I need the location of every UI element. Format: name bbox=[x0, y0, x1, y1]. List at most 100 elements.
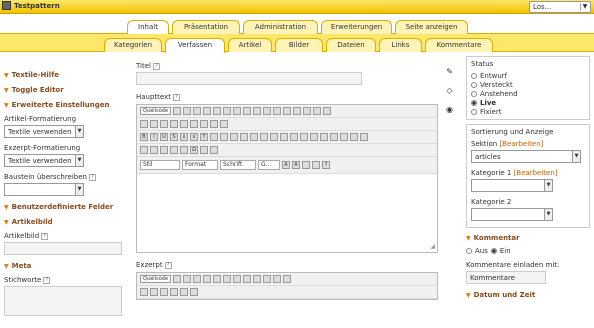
radio-selected-icon[interactable] bbox=[490, 248, 497, 254]
status-draft[interactable]: Entwurf bbox=[471, 72, 585, 80]
align-left-icon[interactable] bbox=[270, 133, 278, 141]
excerpt-format-select[interactable]: Textile verwenden ▼ bbox=[4, 154, 84, 167]
smiley-icon[interactable] bbox=[180, 146, 188, 154]
italic-icon[interactable]: I bbox=[150, 133, 158, 141]
select-all-icon[interactable] bbox=[313, 107, 322, 115]
indent-icon[interactable] bbox=[240, 133, 248, 141]
comments-off-label[interactable]: Aus bbox=[475, 247, 488, 255]
tab-erweiterungen[interactable]: Erweiterungen bbox=[321, 20, 392, 34]
redo-icon[interactable] bbox=[283, 107, 292, 115]
print-icon[interactable] bbox=[203, 107, 212, 115]
section-select[interactable]: articles ▼ bbox=[471, 150, 581, 163]
tab-praesentation[interactable]: Präsentation bbox=[172, 20, 240, 34]
paste-word-icon[interactable] bbox=[263, 107, 272, 115]
underline-icon[interactable]: U bbox=[160, 133, 168, 141]
article-format-select[interactable]: Textile verwenden ▼ bbox=[4, 125, 84, 138]
subscript-icon[interactable]: x bbox=[180, 133, 188, 141]
maximize-icon[interactable] bbox=[302, 161, 310, 169]
undo-icon[interactable] bbox=[253, 275, 262, 283]
template-icon[interactable] bbox=[213, 275, 222, 283]
cut-icon[interactable] bbox=[223, 107, 232, 115]
help-icon[interactable]: ? bbox=[322, 161, 330, 169]
strike-icon[interactable]: S bbox=[170, 133, 178, 141]
page-break-icon[interactable] bbox=[200, 146, 208, 154]
rtl-icon[interactable] bbox=[320, 133, 328, 141]
hr-icon[interactable] bbox=[170, 146, 178, 154]
tab-verfassen[interactable]: Verfassen bbox=[165, 38, 225, 53]
tab-kommentare[interactable]: Kommentare bbox=[425, 38, 493, 52]
status-sticky[interactable]: Fixiert bbox=[471, 108, 585, 116]
meta-toggle[interactable]: ▼ Meta bbox=[4, 262, 122, 270]
format-dropdown[interactable]: Format bbox=[182, 160, 218, 170]
advanced-settings-toggle[interactable]: ▼ Erweiterte Einstellungen bbox=[4, 101, 122, 109]
ltr-icon[interactable] bbox=[310, 133, 318, 141]
replace-icon[interactable] bbox=[283, 275, 292, 283]
iframe-icon[interactable] bbox=[210, 146, 218, 154]
edit-category-link[interactable]: [Bearbeiten] bbox=[514, 169, 558, 177]
undo-icon[interactable] bbox=[273, 107, 282, 115]
language-icon[interactable] bbox=[330, 133, 338, 141]
paste-text-icon[interactable] bbox=[253, 107, 262, 115]
comments-on-label[interactable]: Ein bbox=[500, 247, 511, 255]
bold-icon[interactable]: B bbox=[140, 133, 148, 141]
save-icon[interactable] bbox=[173, 275, 182, 283]
print-icon[interactable] bbox=[203, 275, 212, 283]
comments-toggle[interactable]: ▼ Kommentar bbox=[466, 234, 590, 242]
style-dropdown[interactable]: Stil bbox=[140, 160, 180, 170]
align-right-icon[interactable] bbox=[290, 133, 298, 141]
image-icon[interactable] bbox=[140, 146, 148, 154]
preview-icon[interactable] bbox=[193, 275, 202, 283]
custom-fields-toggle[interactable]: ▼ Benutzerdefinierte Felder bbox=[4, 203, 122, 211]
bg-color-icon[interactable]: A bbox=[292, 161, 300, 169]
align-center-icon[interactable] bbox=[280, 133, 288, 141]
blockquote-icon[interactable] bbox=[250, 133, 258, 141]
button-icon[interactable] bbox=[200, 120, 208, 128]
invite-input[interactable]: Kommentare bbox=[466, 271, 546, 284]
find-icon[interactable] bbox=[293, 107, 302, 115]
table-icon[interactable] bbox=[160, 146, 168, 154]
source-button[interactable]: Quellcode bbox=[140, 275, 172, 283]
unlink-icon[interactable] bbox=[350, 133, 358, 141]
replace-icon[interactable] bbox=[303, 107, 312, 115]
paste-icon[interactable] bbox=[243, 107, 252, 115]
font-dropdown[interactable]: Schrift bbox=[220, 160, 256, 170]
template-icon[interactable] bbox=[213, 107, 222, 115]
tab-artikel[interactable]: Artikel bbox=[228, 38, 272, 52]
select-icon[interactable] bbox=[190, 288, 198, 296]
radio-icon[interactable] bbox=[466, 248, 472, 254]
hidden-field-icon[interactable] bbox=[220, 120, 228, 128]
textfield-icon[interactable] bbox=[170, 120, 178, 128]
checkbox-icon[interactable] bbox=[150, 288, 158, 296]
category2-select[interactable]: ▼ bbox=[471, 208, 553, 221]
preview-icon[interactable] bbox=[193, 107, 202, 115]
superscript-icon[interactable]: x bbox=[190, 133, 198, 141]
find-icon[interactable] bbox=[273, 275, 282, 283]
eye-icon[interactable]: ◉ bbox=[444, 104, 455, 115]
tab-administration[interactable]: Administration bbox=[243, 20, 318, 34]
go-menu-select[interactable]: Los... ▼ bbox=[529, 1, 591, 13]
special-char-icon[interactable]: Ω bbox=[190, 146, 198, 154]
title-input[interactable] bbox=[136, 72, 362, 85]
select-icon[interactable] bbox=[190, 120, 198, 128]
outdent-icon[interactable] bbox=[230, 133, 238, 141]
form-icon[interactable] bbox=[140, 120, 148, 128]
tab-kategorien[interactable]: Kategorien bbox=[104, 38, 162, 52]
help-icon[interactable]: ? bbox=[41, 232, 49, 240]
datetime-toggle[interactable]: ▼ Datum und Zeit bbox=[466, 291, 590, 299]
checkbox-icon[interactable] bbox=[150, 120, 158, 128]
textarea-icon[interactable] bbox=[180, 288, 188, 296]
paste-icon[interactable] bbox=[243, 275, 252, 283]
text-color-icon[interactable]: A bbox=[282, 161, 290, 169]
resize-grip-icon[interactable]: ◢ bbox=[430, 243, 435, 250]
form-icon[interactable] bbox=[140, 288, 148, 296]
tab-seite-anzeigen[interactable]: Seite anzeigen bbox=[395, 20, 468, 34]
source-button[interactable]: Quellcode bbox=[140, 107, 172, 115]
remove-format-icon[interactable]: T bbox=[200, 133, 208, 141]
copy-icon[interactable] bbox=[233, 275, 242, 283]
show-blocks-icon[interactable] bbox=[312, 161, 320, 169]
tab-dateien[interactable]: Dateien bbox=[326, 38, 376, 52]
justify-icon[interactable] bbox=[300, 133, 308, 141]
radio-icon[interactable] bbox=[160, 120, 168, 128]
div-icon[interactable] bbox=[260, 133, 268, 141]
help-icon[interactable]: ? bbox=[89, 173, 96, 181]
